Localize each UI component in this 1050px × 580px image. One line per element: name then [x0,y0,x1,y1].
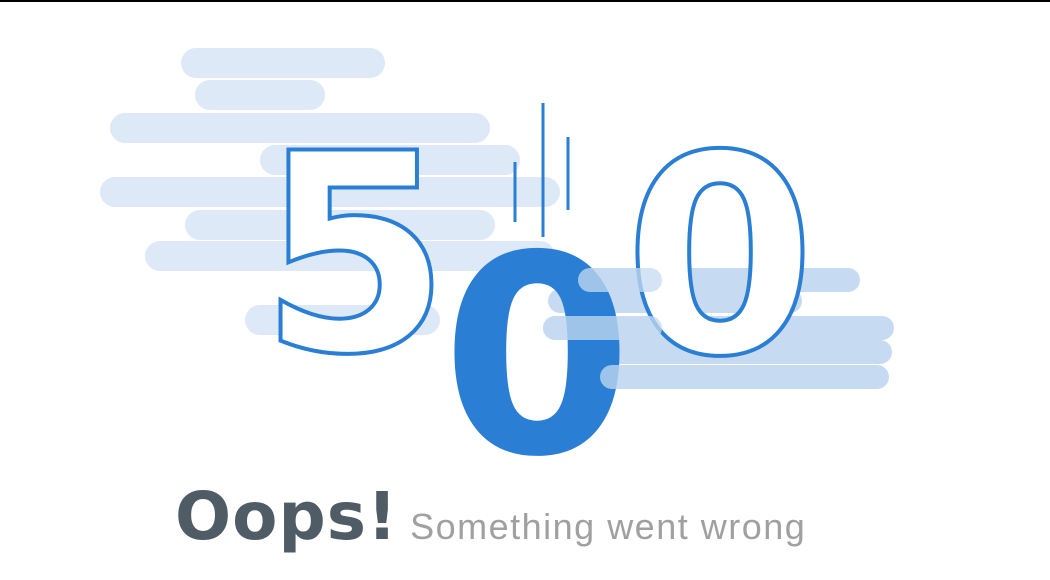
error-subtitle: Something went wrong [410,506,807,547]
error-title: Oops! [175,478,399,555]
error-500-illustration: 5 0 0 [100,48,894,480]
digit-five: 5 [259,95,450,415]
error-page: 5 0 0 Oops! Something went wrong [0,0,1050,580]
error-headline: Oops! Something went wrong [175,478,806,555]
